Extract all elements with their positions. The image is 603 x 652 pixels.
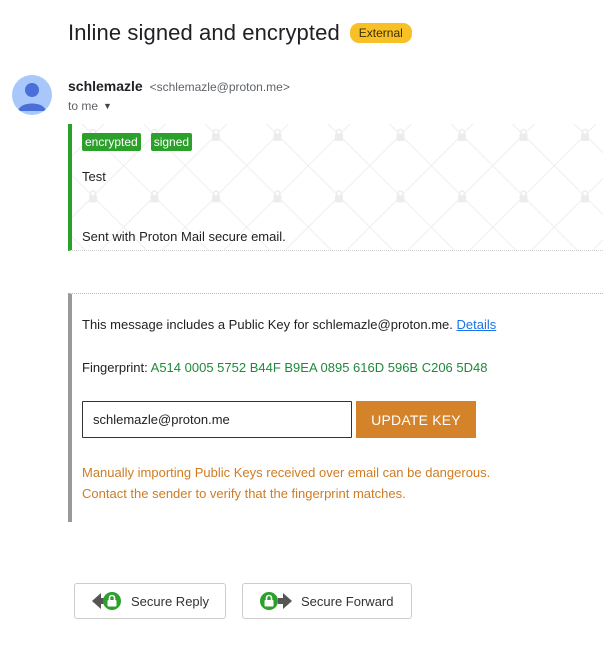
warning-line-1: Manually importing Public Keys received …: [82, 465, 491, 480]
signed-tag: signed: [150, 133, 193, 151]
message-signature: Sent with Proton Mail secure email.: [82, 229, 286, 244]
warning-line-2: Contact the sender to verify that the fi…: [82, 486, 406, 501]
reply-arrow-lock-icon: [91, 591, 123, 611]
import-warning: Manually importing Public Keys received …: [82, 462, 490, 504]
forward-arrow-lock-icon: [259, 591, 293, 611]
secure-forward-button[interactable]: Secure Forward: [242, 583, 412, 619]
recipient-label: to me: [68, 99, 99, 113]
fingerprint-label: Fingerprint:: [82, 360, 148, 375]
secure-reply-button[interactable]: Secure Reply: [74, 583, 226, 619]
email-subject-row: Inline signed and encrypted External: [68, 20, 412, 46]
message-text: Test: [82, 169, 106, 184]
email-subject: Inline signed and encrypted: [68, 20, 340, 45]
update-key-button[interactable]: UPDATE KEY: [356, 401, 476, 438]
message-body-box: encrypted signed Test Sent with Proton M…: [68, 124, 603, 251]
details-link[interactable]: Details: [457, 317, 497, 332]
security-tags: encrypted signed: [82, 133, 202, 151]
fingerprint-value: A514 0005 5752 B44F B9EA 0895 616D 596B …: [150, 360, 488, 375]
secure-reply-label: Secure Reply: [131, 593, 210, 609]
key-email-input[interactable]: [82, 401, 352, 438]
encrypted-tag: encrypted: [82, 133, 141, 151]
sender-line: schlemazle <schlemazle@proton.me>: [68, 78, 290, 94]
message-actions: Secure Reply Secure Forward: [74, 583, 412, 619]
person-icon: [18, 83, 46, 111]
public-key-info-text: This message includes a Public Key for s…: [82, 317, 453, 332]
secure-forward-label: Secure Forward: [301, 593, 394, 609]
sender-avatar: [12, 75, 52, 115]
caret-down-icon[interactable]: ▼: [103, 101, 112, 111]
sender-name: schlemazle: [68, 78, 143, 94]
public-key-panel: This message includes a Public Key for s…: [68, 293, 603, 522]
recipients-toggle[interactable]: to me ▼: [68, 99, 112, 113]
fingerprint-row: Fingerprint: A514 0005 5752 B44F B9EA 08…: [82, 360, 487, 375]
public-key-info: This message includes a Public Key for s…: [82, 317, 496, 332]
sender-email: <schlemazle@proton.me>: [149, 80, 290, 94]
external-badge: External: [349, 23, 412, 43]
